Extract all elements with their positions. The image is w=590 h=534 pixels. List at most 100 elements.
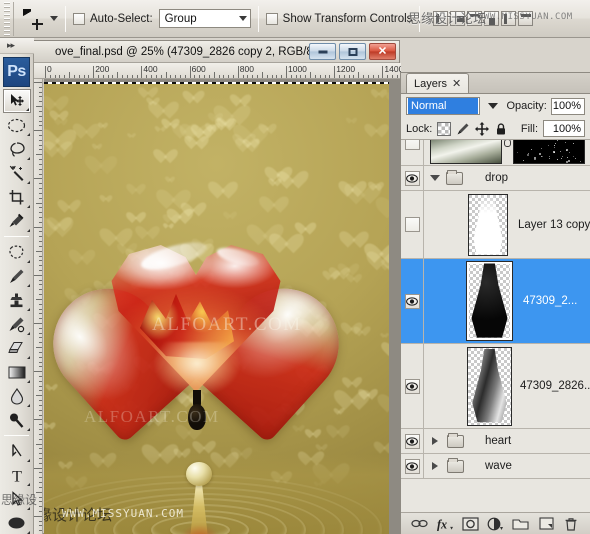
new-adjustment-layer-button[interactable]: [487, 515, 504, 532]
sparkle-dot: [554, 143, 556, 145]
layer-visibility-cell[interactable]: [401, 344, 424, 428]
horizontal-ruler[interactable]: 0 200 400 600 800 1000 1200 1400: [27, 63, 401, 79]
list-item[interactable]: 47309_2826...: [401, 344, 590, 429]
patch-tool[interactable]: [3, 240, 31, 264]
ruler-label: 800: [239, 64, 254, 74]
ruler-minor-tick: [36, 443, 42, 445]
layer-style-button[interactable]: fx: [436, 515, 454, 532]
new-layer-button[interactable]: [538, 515, 555, 532]
lock-position-icon[interactable]: [475, 121, 490, 136]
auto-select-chevron-down-icon[interactable]: [238, 16, 247, 21]
eye-icon[interactable]: [404, 378, 420, 394]
lasso-tool[interactable]: [3, 137, 31, 161]
move-tool[interactable]: [2, 89, 31, 113]
eye-icon[interactable]: [404, 217, 420, 232]
layer-visibility-cell[interactable]: [401, 140, 424, 165]
history-brush-tool[interactable]: [3, 312, 31, 336]
eye-icon[interactable]: [404, 293, 420, 309]
mask-link-icon[interactable]: [502, 140, 513, 147]
image-canvas[interactable]: ALFOART.COM ALFOART.COM 思缘设计论坛 WWW.MISSY…: [44, 82, 389, 534]
layer-thumbnail[interactable]: [468, 193, 508, 256]
ruler-minor-tick: [247, 75, 249, 78]
gradient-tool[interactable]: [3, 360, 31, 384]
ruler-minor-tick: [39, 159, 42, 161]
layer-rows-list[interactable]: drop Layer 13 copy 47309_2... 47309_2826…: [401, 140, 590, 512]
elliptical-marquee-tool[interactable]: [3, 113, 31, 137]
show-transform-checkbox[interactable]: [265, 12, 278, 25]
bokeh-heart: [234, 89, 247, 101]
list-item[interactable]: wave: [401, 454, 590, 479]
ellipse-shape-tool[interactable]: [3, 511, 31, 534]
layer-thumbnail[interactable]: [466, 261, 513, 341]
double-arrow-right-icon[interactable]: ▸▸: [7, 41, 15, 50]
sparkle-dot: [542, 155, 544, 157]
close-icon[interactable]: ✕: [452, 77, 461, 90]
chevron-right-icon[interactable]: [428, 462, 442, 470]
opacity-field[interactable]: 100%: [550, 97, 585, 115]
layer-visibility-cell[interactable]: [401, 429, 424, 453]
close-button[interactable]: ✕: [369, 43, 396, 60]
list-item[interactable]: 47309_2...: [401, 259, 590, 344]
new-group-button[interactable]: [512, 515, 529, 532]
layer-mask-thumbnail[interactable]: [513, 140, 585, 164]
ruler-minor-tick: [199, 75, 201, 78]
eraser-tool[interactable]: [3, 336, 31, 360]
toolbox-collapse-header[interactable]: ▸▸: [0, 38, 34, 54]
blend-mode-chevron-down-icon[interactable]: [488, 103, 499, 109]
show-transform-controls-control[interactable]: Show Transform Controls: [265, 12, 412, 25]
tool-preset-chevron-down-icon[interactable]: [50, 16, 58, 21]
table-row[interactable]: [401, 140, 590, 166]
bokeh-heart: [47, 89, 64, 104]
tab-layers[interactable]: Layers ✕: [406, 73, 470, 93]
auto-select-checkbox[interactable]: [73, 12, 85, 25]
eye-icon[interactable]: [404, 433, 420, 449]
eye-icon[interactable]: [404, 140, 420, 150]
crop-tool[interactable]: [3, 185, 31, 209]
bokeh-heart: [74, 243, 90, 258]
options-bar-grip[interactable]: [0, 1, 14, 36]
list-item[interactable]: drop: [401, 166, 590, 191]
sparkle-dot: [566, 160, 569, 163]
document-title-bar[interactable]: ove_final.psd @ 25% (47309_2826 copy 2, …: [27, 41, 399, 63]
ruler-minor-tick: [39, 192, 42, 194]
horizontal-type-tool[interactable]: T: [3, 463, 31, 487]
pen-tool[interactable]: [3, 439, 31, 463]
lock-all-icon[interactable]: [494, 122, 508, 136]
layer-visibility-cell[interactable]: [401, 191, 424, 258]
eye-icon[interactable]: [404, 170, 420, 186]
link-layers-button[interactable]: [411, 515, 428, 532]
dodge-tool[interactable]: [3, 408, 31, 432]
bokeh-heart: [240, 132, 255, 146]
clone-stamp-tool[interactable]: [3, 288, 31, 312]
restore-button[interactable]: [339, 43, 366, 60]
chevron-right-icon[interactable]: [428, 437, 442, 445]
layer-visibility-cell[interactable]: [401, 454, 424, 478]
auto-select-dropdown[interactable]: Group: [158, 9, 251, 28]
magic-wand-tool[interactable]: [3, 161, 31, 185]
blur-tool[interactable]: [3, 384, 31, 408]
canvas-viewport[interactable]: ALFOART.COM ALFOART.COM 思缘设计论坛 WWW.MISSY…: [44, 79, 401, 534]
list-item[interactable]: Layer 13 copy: [401, 191, 590, 259]
minimize-button[interactable]: [309, 43, 336, 60]
sparkle-dot: [527, 154, 530, 157]
list-item[interactable]: heart: [401, 429, 590, 454]
ruler-minor-tick: [39, 351, 42, 353]
eye-icon[interactable]: [404, 458, 420, 474]
auto-select-control[interactable]: Auto-Select: Group: [73, 9, 251, 28]
layer-visibility-cell[interactable]: [401, 166, 424, 190]
bokeh-heart: [262, 119, 273, 129]
layer-thumbnail[interactable]: [430, 140, 502, 164]
delete-layer-button[interactable]: [563, 515, 580, 532]
ruler-minor-tick: [98, 75, 100, 78]
layer-visibility-cell[interactable]: [401, 259, 424, 343]
layer-thumbnail[interactable]: [467, 346, 512, 426]
blend-mode-dropdown[interactable]: Normal: [406, 97, 481, 115]
move-tool-icon[interactable]: [22, 8, 44, 30]
brush-tool[interactable]: [3, 264, 31, 288]
eyedropper-tool[interactable]: [3, 209, 31, 233]
chevron-down-icon[interactable]: [428, 175, 442, 181]
add-layer-mask-button[interactable]: [462, 515, 479, 532]
lock-image-pixels-icon[interactable]: [456, 122, 470, 136]
lock-transparent-pixels-icon[interactable]: [437, 121, 452, 136]
fill-field[interactable]: 100%: [543, 120, 585, 137]
